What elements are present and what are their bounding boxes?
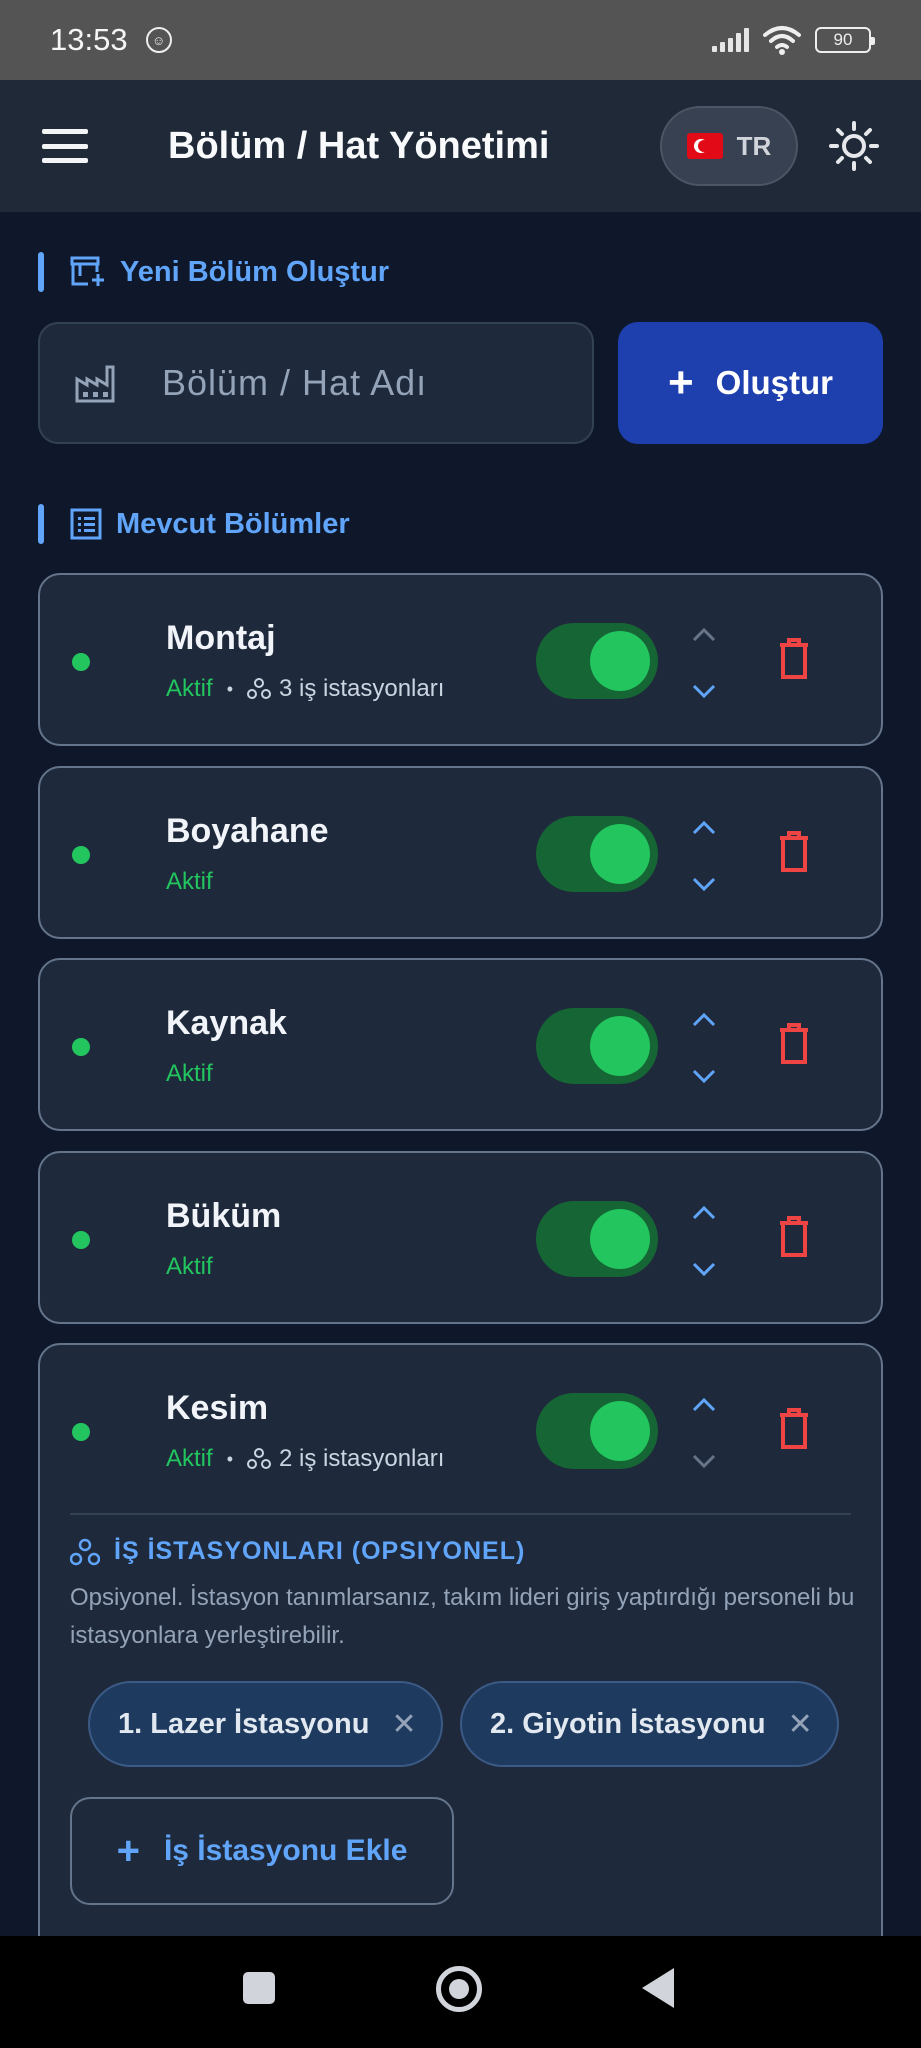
existing-section-header: Mevcut Bölümler — [38, 504, 350, 544]
move-down-icon[interactable] — [688, 675, 720, 707]
move-up-icon[interactable] — [688, 1197, 720, 1229]
department-card-bukum[interactable]: Büküm Aktif — [38, 1151, 883, 1324]
back-icon[interactable] — [642, 1968, 674, 2008]
move-up-icon[interactable] — [688, 1004, 720, 1036]
list-icon — [70, 508, 102, 540]
new-section-header: Yeni Bölüm Oluştur — [38, 252, 389, 292]
department-name: Kaynak — [166, 1004, 287, 1042]
department-status: Aktif — [166, 675, 213, 702]
language-selector[interactable]: TR — [660, 106, 798, 186]
turkey-flag-icon — [686, 133, 723, 159]
workstation-chip[interactable]: 2. Giyotin İstasyonu ✕ — [460, 1681, 839, 1767]
workstations-icon — [70, 1538, 100, 1565]
workstations-icon — [247, 678, 271, 699]
divider — [70, 1513, 851, 1515]
department-name: Montaj — [166, 619, 276, 657]
delete-icon[interactable] — [778, 830, 810, 872]
workstations-title: İŞ İSTASYONLARI (OPSIYONEL) — [114, 1537, 526, 1565]
home-icon[interactable] — [436, 1966, 482, 2012]
wifi-icon — [763, 26, 801, 55]
active-toggle[interactable] — [536, 623, 658, 699]
add-store-icon — [70, 256, 104, 286]
menu-icon[interactable] — [42, 129, 88, 163]
system-nav-bar — [0, 1936, 921, 2048]
department-name-input[interactable]: Bölüm / Hat Adı — [38, 322, 594, 444]
status-dot — [72, 1038, 90, 1056]
workstation-count: 2 iş istasyonları — [279, 1445, 445, 1472]
existing-section-title: Mevcut Bölümler — [116, 507, 350, 540]
department-name-placeholder: Bölüm / Hat Adı — [162, 362, 428, 403]
department-card-kesim[interactable]: Kesim Aktif • 2 iş istasyonları İŞ İSTAS… — [38, 1343, 883, 1963]
plus-icon: + — [667, 358, 694, 407]
move-up-icon[interactable] — [688, 1389, 720, 1421]
workstation-chip[interactable]: 1. Lazer İstasyonu ✕ — [88, 1681, 443, 1767]
department-name: Boyahane — [166, 812, 329, 850]
move-down-icon — [688, 1445, 720, 1477]
create-button-label: Oluştur — [715, 364, 834, 401]
delete-icon[interactable] — [778, 637, 810, 679]
department-name: Büküm — [166, 1197, 282, 1235]
workstations-icon — [247, 1448, 271, 1469]
department-status: Aktif — [166, 1060, 213, 1087]
move-down-icon[interactable] — [688, 1253, 720, 1285]
status-dot — [72, 1231, 90, 1249]
delete-icon[interactable] — [778, 1215, 810, 1257]
department-status: Aktif — [166, 1445, 213, 1472]
move-up-icon — [688, 619, 720, 651]
signal-icon — [712, 28, 749, 52]
department-card-montaj[interactable]: Montaj Aktif • 3 iş istasyonları — [38, 573, 883, 746]
recent-apps-icon[interactable] — [243, 1972, 275, 2004]
status-time: 13:53 — [50, 22, 128, 57]
department-card-boyahane[interactable]: Boyahane Aktif — [38, 766, 883, 939]
workstations-header: İŞ İSTASYONLARI (OPSIYONEL) — [70, 1537, 525, 1566]
status-dot — [72, 653, 90, 671]
add-workstation-label: İş İstasyonu Ekle — [163, 1834, 408, 1867]
department-status: Aktif — [166, 1253, 213, 1280]
active-toggle[interactable] — [536, 1008, 658, 1084]
active-toggle[interactable] — [536, 816, 658, 892]
workstation-chip-label: 2. Giyotin İstasyonu — [490, 1707, 766, 1740]
battery-level: 90 — [833, 30, 853, 49]
department-card-kaynak[interactable]: Kaynak Aktif — [38, 958, 883, 1131]
delete-icon[interactable] — [778, 1407, 810, 1449]
plus-icon: + — [116, 1828, 140, 1873]
create-button[interactable]: + Oluştur — [618, 322, 883, 444]
delete-icon[interactable] — [778, 1022, 810, 1064]
page-title: Bölüm / Hat Yönetimi — [168, 124, 550, 167]
close-icon[interactable]: ✕ — [788, 1707, 813, 1742]
status-dot — [72, 846, 90, 864]
workstation-count: 3 iş istasyonları — [279, 675, 445, 702]
workstations-description: Opsiyonel. İstasyon tanımlarsanız, takım… — [70, 1584, 855, 1649]
add-workstation-button[interactable]: + İş İstasyonu Ekle — [70, 1797, 454, 1905]
move-up-icon[interactable] — [688, 812, 720, 844]
close-icon[interactable]: ✕ — [391, 1707, 416, 1742]
move-down-icon[interactable] — [688, 1060, 720, 1092]
notification-icon: ☺ — [145, 27, 172, 53]
language-code: TR — [736, 130, 772, 161]
battery-icon: 90 — [815, 27, 875, 53]
status-dot — [72, 1423, 90, 1441]
department-name: Kesim — [166, 1389, 269, 1427]
app-bar: Bölüm / Hat Yönetimi TR — [0, 80, 921, 212]
status-bar: 13:53 ☺ 90 — [0, 0, 921, 80]
active-toggle[interactable] — [536, 1393, 658, 1469]
factory-icon — [75, 365, 115, 403]
new-section-title: Yeni Bölüm Oluştur — [120, 255, 390, 288]
move-down-icon[interactable] — [688, 868, 720, 900]
sun-icon[interactable] — [828, 120, 880, 172]
active-toggle[interactable] — [536, 1201, 658, 1277]
workstation-chip-label: 1. Lazer İstasyonu — [118, 1707, 370, 1740]
department-status: Aktif — [166, 868, 213, 895]
